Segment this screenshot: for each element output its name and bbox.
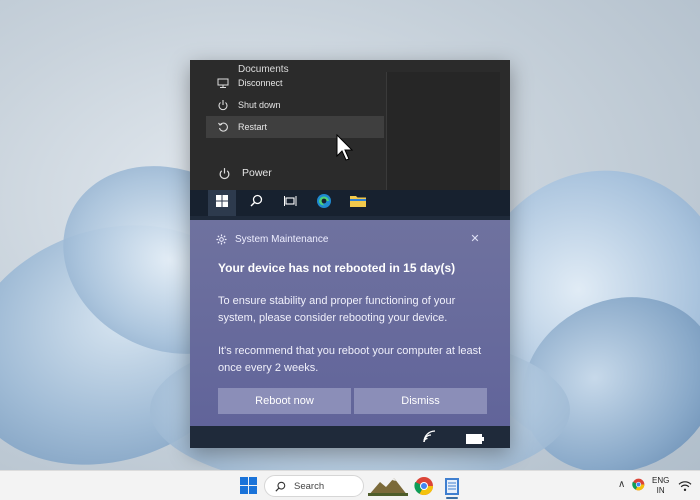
battery-icon[interactable]	[466, 431, 484, 448]
search-button[interactable]	[242, 190, 270, 216]
gear-icon	[216, 234, 227, 245]
power-button[interactable]: Power	[206, 162, 272, 184]
show-hidden-icons-chevron-icon[interactable]: ∧	[618, 479, 625, 490]
toast-body-paragraph: To ensure stability and proper functioni…	[218, 295, 456, 324]
power-submenu: Disconnect Shut down Restart	[206, 72, 384, 138]
edge-button[interactable]	[310, 190, 338, 216]
task-view-icon	[283, 194, 297, 212]
disconnect-icon	[216, 76, 230, 90]
power-label: Power	[242, 167, 272, 179]
start-menu-right-pane	[386, 72, 500, 190]
mouse-cursor-icon	[336, 133, 356, 167]
windows-logo-icon	[216, 194, 228, 212]
restart-icon	[216, 120, 230, 134]
region-code: IN	[656, 486, 665, 495]
search-icon	[250, 194, 263, 212]
mountain-widget-icon[interactable]	[368, 476, 408, 500]
notification-toast: System Maintenance ✕ Your device has not…	[190, 220, 510, 426]
toast-body-paragraph: It's recommend that you reboot your comp…	[218, 345, 482, 374]
active-app-indicator	[446, 497, 458, 499]
start-menu: Documents Disconnect Shut down Restart P…	[190, 60, 510, 190]
menu-item-restart[interactable]: Restart	[206, 116, 384, 138]
chrome-icon[interactable]	[414, 476, 434, 500]
toast-app-name: System Maintenance	[235, 234, 329, 245]
chrome-tray-icon[interactable]	[632, 478, 645, 496]
dismiss-button[interactable]: Dismiss	[354, 388, 487, 414]
search-label: Search	[294, 480, 325, 492]
wifi-icon[interactable]	[422, 429, 438, 448]
reboot-now-button[interactable]: Reboot now	[218, 388, 351, 414]
menu-item-label: Disconnect	[238, 78, 283, 88]
power-icon	[216, 98, 230, 112]
taskbar-search-box[interactable]: Search	[264, 475, 364, 497]
task-view-button[interactable]	[276, 190, 304, 216]
taskbar: Search ∧ ENG IN	[0, 470, 700, 500]
toast-title: Your device has not rebooted in 15 day(s…	[218, 261, 456, 275]
wifi-icon[interactable]	[678, 479, 692, 497]
language-code: ENG	[652, 476, 670, 485]
windows-start-button[interactable]	[240, 477, 257, 499]
power-icon	[216, 165, 232, 181]
start-menu-taskbar	[190, 190, 510, 216]
close-icon[interactable]: ✕	[468, 232, 482, 246]
toast-header: System Maintenance	[216, 234, 328, 245]
windows-start-button[interactable]	[208, 190, 236, 216]
search-icon	[275, 481, 286, 492]
language-indicator[interactable]: ENG IN	[652, 476, 669, 496]
file-explorer-button[interactable]	[344, 190, 372, 216]
edge-icon	[316, 193, 332, 214]
menu-item-disconnect[interactable]: Disconnect	[206, 72, 384, 94]
start-menu-notification-composite: Documents Disconnect Shut down Restart P…	[190, 60, 510, 448]
notification-tray-strip	[190, 426, 510, 448]
menu-item-shutdown[interactable]: Shut down	[206, 94, 384, 116]
menu-item-label: Shut down	[238, 100, 281, 110]
menu-item-label: Restart	[238, 122, 268, 132]
folder-icon	[350, 194, 366, 212]
